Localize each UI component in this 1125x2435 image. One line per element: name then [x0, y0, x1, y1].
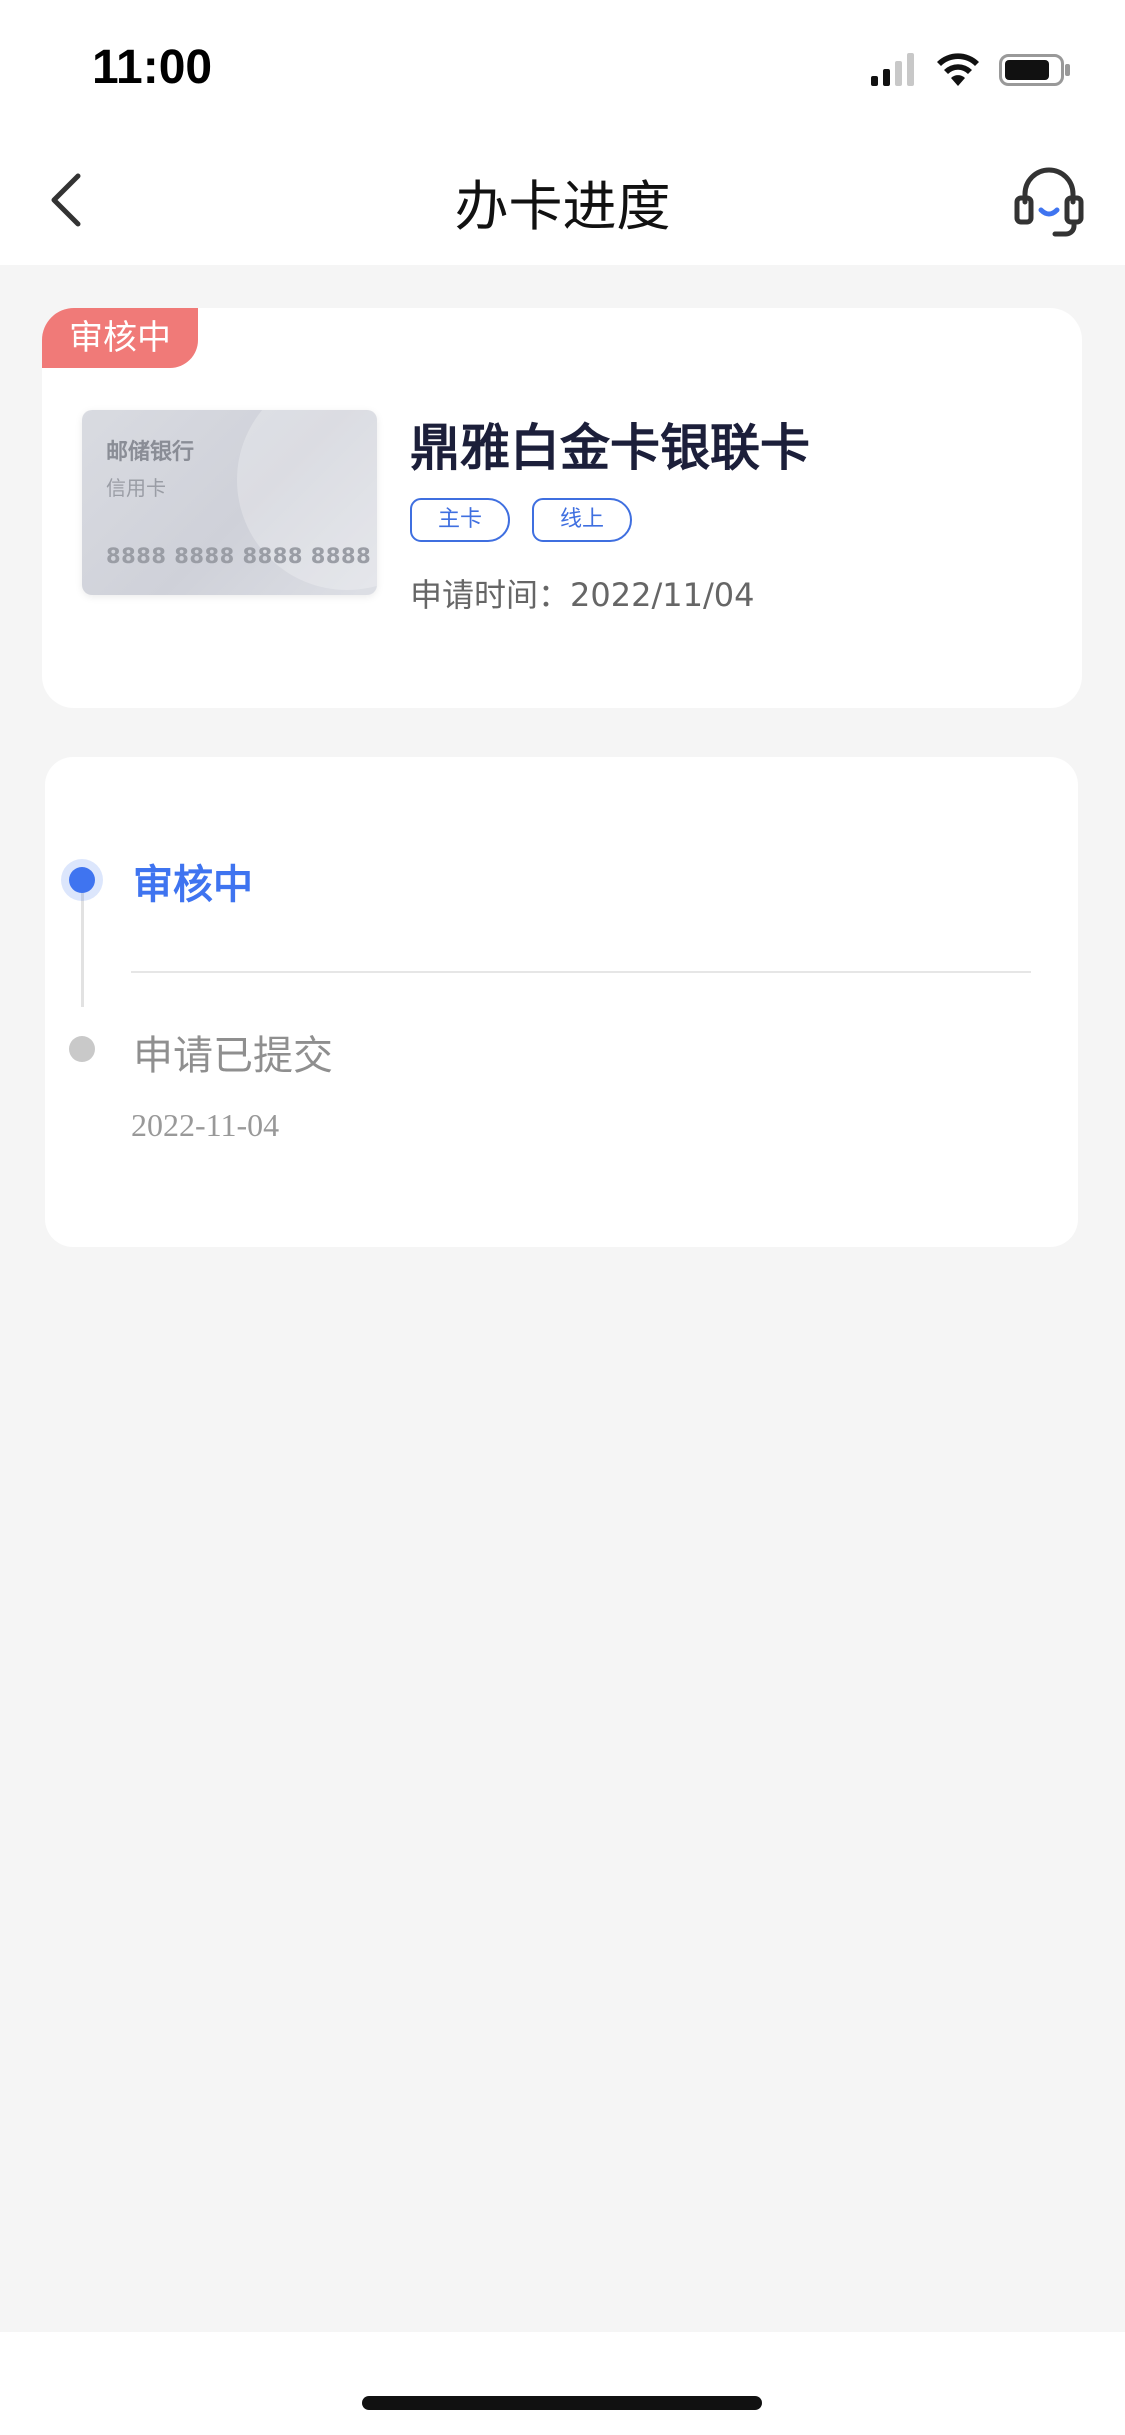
wifi-icon	[935, 52, 981, 92]
tag-online: 线上	[532, 498, 633, 542]
card-bank-name: 邮储银行	[106, 440, 195, 465]
timeline-line	[81, 877, 84, 1007]
battery-icon	[999, 52, 1073, 92]
apply-time: 申请时间：2022/11/04	[410, 576, 755, 614]
card-type-label: 信用卡	[106, 476, 166, 500]
tag-primary-card: 主卡	[410, 498, 511, 542]
signal-icon	[869, 52, 917, 92]
step-submitted-date: 2022-11-04	[131, 1107, 280, 1143]
card-product-name: 鼎雅白金卡银联卡	[410, 419, 810, 477]
card-number: 8888 8888 8888 8888	[106, 544, 372, 568]
bottom-bar	[0, 2332, 1125, 2435]
step-submitted-label: 申请已提交	[133, 1033, 333, 1079]
status-icons	[869, 52, 1073, 92]
step-dot-active	[69, 867, 95, 893]
card-info-panel: 审核中 邮储银行 信用卡 8888 8888 8888 8888 鼎雅白金卡银联…	[42, 308, 1082, 708]
step-divider	[131, 971, 1031, 973]
card-tags: 主卡 线上	[410, 498, 633, 542]
page-title: 办卡进度	[454, 175, 671, 238]
credit-card-image: 邮储银行 信用卡 8888 8888 8888 8888	[82, 410, 377, 595]
nav-bar: 办卡进度	[0, 140, 1125, 265]
customer-service-button[interactable]	[1013, 162, 1085, 242]
step-dot-inactive	[69, 1036, 95, 1062]
status-time: 11:00	[92, 41, 213, 94]
status-badge: 审核中	[42, 308, 198, 368]
headset-icon	[1014, 167, 1084, 237]
status-bar: 11:00	[0, 0, 1125, 140]
step-reviewing-label: 审核中	[133, 862, 253, 908]
home-indicator[interactable]	[362, 2396, 762, 2410]
progress-panel: 审核中 申请已提交 2022-11-04	[45, 757, 1078, 1247]
